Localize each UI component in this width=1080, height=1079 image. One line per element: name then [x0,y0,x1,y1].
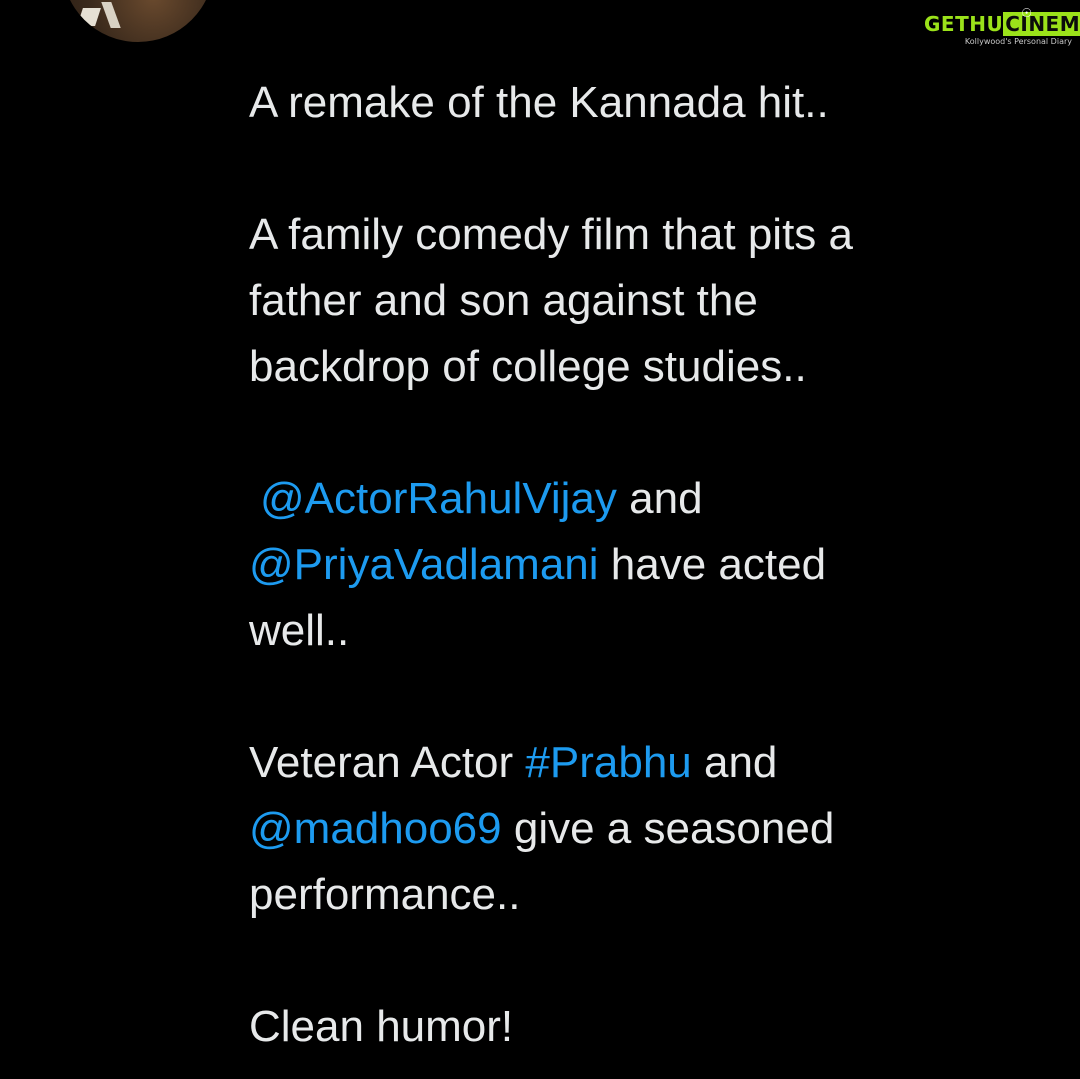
tweet-line: well.. [249,606,350,655]
mention-link[interactable]: @ActorRahulVijay [260,474,617,523]
tweet-text: A remake of the Kannada hit.. A family c… [249,70,1049,1060]
tweet-line: @ActorRahulVijay and [249,466,1049,532]
tweet-line: Veteran Actor #Prabhu and [249,730,1049,796]
tweet-line: father and son against the [249,276,758,325]
watermark-brand-part1: GETHU [924,12,1004,36]
tweet-line: @madhoo69 give a seasoned [249,796,1049,862]
tweet-text-fragment: and [691,738,778,787]
tweet-text-fragment: Veteran Actor [249,738,526,787]
watermark-brand-part2: CINEMA [1003,12,1080,36]
tweet-line: backdrop of college studies.. [249,342,807,391]
camera-icon: ☉ [1021,6,1032,20]
avatar-photo-detail [77,8,101,26]
tweet-text-fragment: and [616,474,703,523]
tweet-text-fragment: have acted [598,540,827,589]
tweet-paragraph: A remake of the Kannada hit.. [249,78,829,127]
avatar[interactable] [62,0,214,42]
tweet-paragraph: Clean humor! [249,1002,514,1051]
watermark-logo: ☉ GETHUCINEMA Kollywood's Personal Diary [920,6,1080,52]
hashtag-link[interactable]: #Prabhu [525,738,691,787]
watermark-brand: GETHUCINEMA [920,12,1080,36]
tweet-line: A family comedy film that pits a [249,210,853,259]
tweet-line: @PriyaVadlamani have acted [249,532,1049,598]
avatar-photo-detail [101,2,121,28]
tweet-text-fragment: give a seasoned [501,804,835,853]
mention-link[interactable]: @PriyaVadlamani [249,540,599,589]
mention-link[interactable]: @madhoo69 [249,804,502,853]
tweet-line: performance.. [249,870,521,919]
watermark-tagline: Kollywood's Personal Diary [964,37,1072,46]
